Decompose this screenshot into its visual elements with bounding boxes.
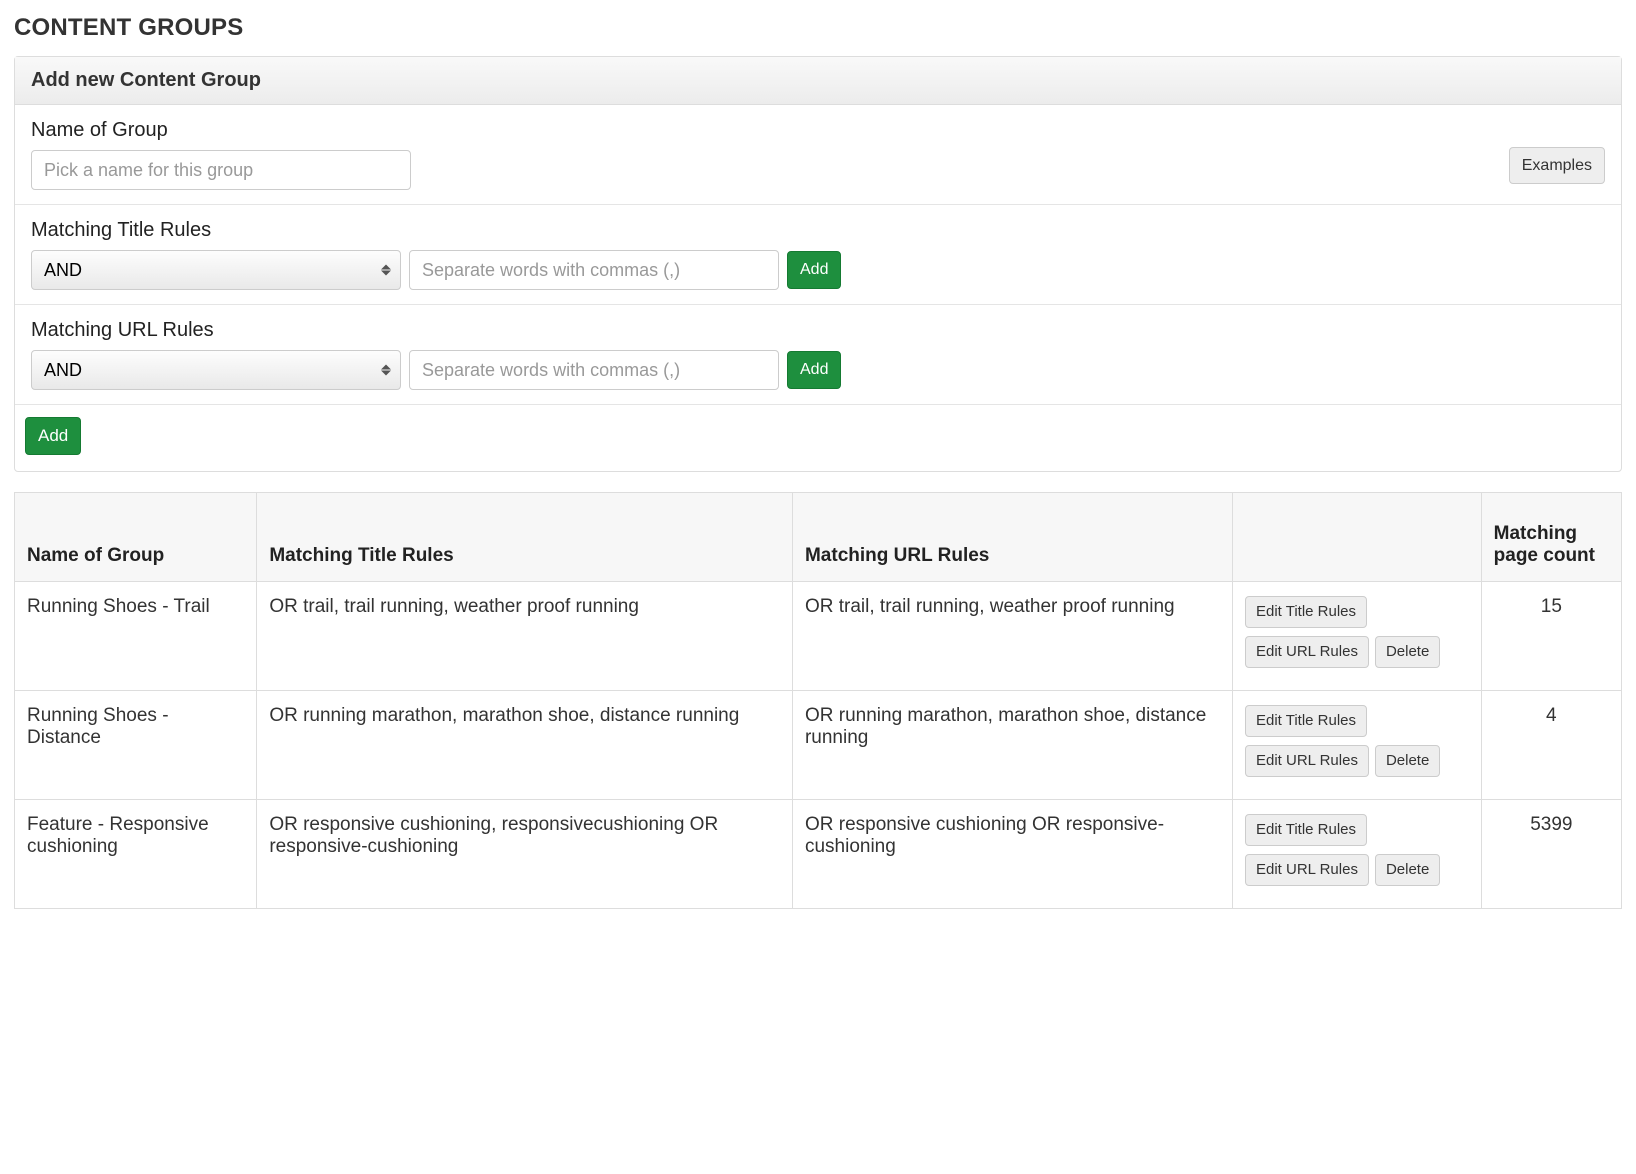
title-rules-section: Matching Title Rules AND Add [15,205,1621,305]
table-row: Running Shoes - DistanceOR running marat… [15,691,1622,800]
add-group-button[interactable]: Add [25,417,81,455]
edit-url-rules-button[interactable]: Edit URL Rules [1245,745,1369,777]
cell-url-rules: OR running marathon, marathon shoe, dist… [792,691,1232,800]
edit-title-rules-button[interactable]: Edit Title Rules [1245,814,1367,846]
cell-actions: Edit Title Rules Edit URL RulesDelete [1232,800,1481,909]
col-title: Matching Title Rules [257,493,793,582]
cell-actions: Edit Title Rules Edit URL RulesDelete [1232,691,1481,800]
cell-name: Running Shoes - Distance [15,691,257,800]
cell-url-rules: OR trail, trail running, weather proof r… [792,582,1232,691]
col-url: Matching URL Rules [792,493,1232,582]
add-group-panel: Add new Content Group Name of Group Exam… [14,56,1622,472]
group-name-input[interactable] [31,150,411,190]
cell-count: 15 [1481,582,1621,691]
url-rules-label: Matching URL Rules [31,319,1605,342]
cell-actions: Edit Title Rules Edit URL RulesDelete [1232,582,1481,691]
add-footer: Add [15,405,1621,471]
cell-count: 5399 [1481,800,1621,909]
table-header-row: Name of Group Matching Title Rules Match… [15,493,1622,582]
col-name: Name of Group [15,493,257,582]
title-operator-select[interactable]: AND [31,250,401,290]
delete-button[interactable]: Delete [1375,636,1440,668]
cell-title-rules: OR running marathon, marathon shoe, dist… [257,691,793,800]
col-actions [1232,493,1481,582]
cell-name: Feature - Responsive cushioning [15,800,257,909]
cell-name: Running Shoes - Trail [15,582,257,691]
name-section: Name of Group Examples [15,105,1621,205]
title-words-input[interactable] [409,250,779,290]
name-label: Name of Group [31,119,1497,142]
edit-title-rules-button[interactable]: Edit Title Rules [1245,705,1367,737]
cell-title-rules: OR trail, trail running, weather proof r… [257,582,793,691]
cell-count: 4 [1481,691,1621,800]
edit-url-rules-button[interactable]: Edit URL Rules [1245,854,1369,886]
url-words-input[interactable] [409,350,779,390]
edit-title-rules-button[interactable]: Edit Title Rules [1245,596,1367,628]
add-title-rule-button[interactable]: Add [787,251,841,288]
cell-title-rules: OR responsive cushioning, responsivecush… [257,800,793,909]
edit-url-rules-button[interactable]: Edit URL Rules [1245,636,1369,668]
page-title: CONTENT GROUPS [14,14,1622,42]
cell-url-rules: OR responsive cushioning OR responsive-c… [792,800,1232,909]
url-rules-section: Matching URL Rules AND Add [15,305,1621,405]
delete-button[interactable]: Delete [1375,745,1440,777]
url-operator-select[interactable]: AND [31,350,401,390]
examples-button[interactable]: Examples [1509,147,1605,184]
table-row: Feature - Responsive cushioningOR respon… [15,800,1622,909]
groups-table: Name of Group Matching Title Rules Match… [14,492,1622,909]
panel-header: Add new Content Group [15,57,1621,105]
col-count: Matching page count [1481,493,1621,582]
delete-button[interactable]: Delete [1375,854,1440,886]
title-rules-label: Matching Title Rules [31,219,1605,242]
table-row: Running Shoes - TrailOR trail, trail run… [15,582,1622,691]
add-url-rule-button[interactable]: Add [787,351,841,388]
